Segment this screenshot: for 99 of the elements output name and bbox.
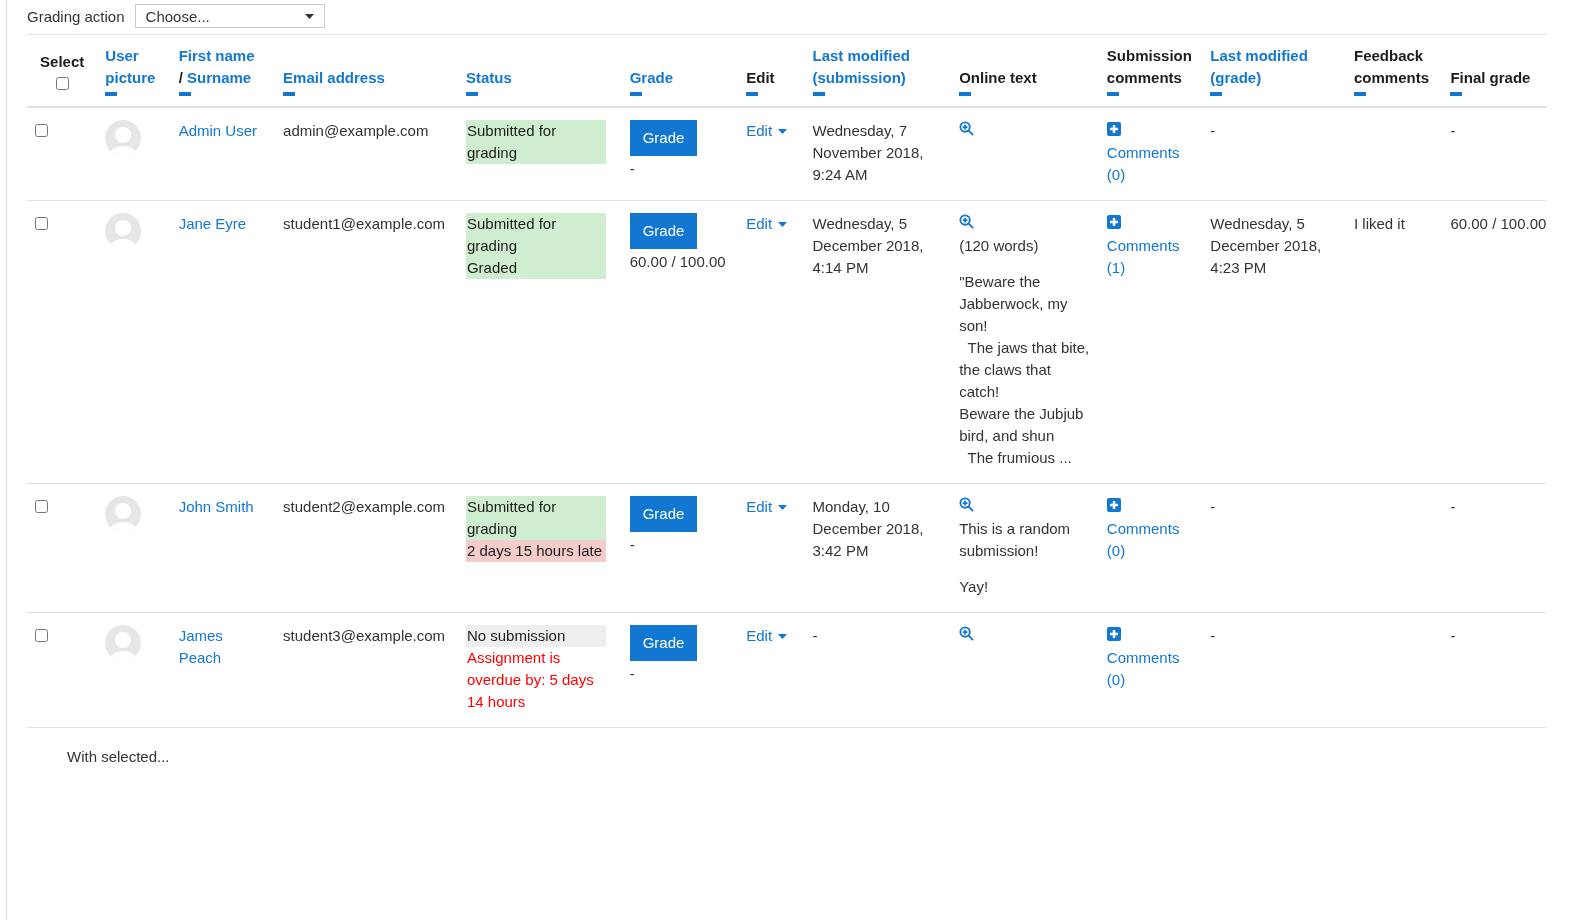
status-label: Submitted for grading — [465, 496, 606, 540]
plus-icon[interactable] — [1106, 122, 1121, 136]
zoom-in-icon[interactable] — [959, 626, 975, 641]
column-header-link[interactable]: Status — [465, 67, 614, 89]
grade-button[interactable]: Grade — [629, 213, 698, 249]
column-header-link[interactable]: Last modified (grade) — [1210, 45, 1338, 89]
column-header-link[interactable]: Email address — [283, 67, 450, 89]
status-label: No submission — [465, 625, 606, 647]
grading-action-label: Grading action — [27, 7, 125, 25]
zoom-in-icon[interactable] — [959, 497, 975, 512]
column-header-link[interactable]: User picture — [105, 45, 163, 89]
column-header-link[interactable]: Surname — [187, 69, 252, 86]
collapse-icon[interactable] — [1210, 92, 1223, 96]
caret-icon — [778, 504, 788, 510]
comments-link[interactable]: Comments (0) — [1106, 518, 1181, 562]
zoom-in-icon[interactable] — [959, 214, 975, 229]
collapse-icon[interactable] — [1450, 92, 1463, 96]
row-checkbox[interactable] — [35, 629, 48, 642]
collapse-icon[interactable] — [746, 92, 759, 96]
avatar-icon — [105, 625, 142, 661]
final-grade-text: - — [1450, 627, 1456, 644]
grade-button[interactable]: Grade — [629, 625, 698, 661]
avatar-icon — [105, 496, 142, 532]
online-text: This is a random submission! — [959, 519, 1072, 561]
user-name-link[interactable]: John Smith — [178, 496, 268, 518]
user-name-link[interactable]: Jane Eyre — [178, 213, 268, 235]
final-grade-text: - — [1450, 122, 1456, 139]
grade-button[interactable]: Grade — [629, 496, 698, 532]
grade-text: - — [629, 159, 636, 179]
email-text: student2@example.com — [283, 498, 446, 515]
edit-menu-link[interactable]: Edit — [746, 625, 788, 647]
collapse-icon[interactable] — [812, 92, 825, 96]
date-text: Wednesday, 5 December 2018, 4:23 PM — [1210, 215, 1322, 276]
avatar-icon — [105, 120, 142, 156]
user-name-link[interactable]: Admin User — [178, 120, 268, 142]
grading-action-select[interactable]: Choose... — [134, 4, 325, 28]
zoom-in-icon[interactable] — [959, 121, 975, 136]
row-checkbox[interactable] — [35, 217, 48, 230]
status-label: Submitted for grading — [465, 213, 606, 257]
edit-menu-link[interactable]: Edit — [746, 120, 788, 142]
select-all-checkbox[interactable] — [55, 77, 69, 90]
date-text: Monday, 10 December 2018, 3:42 PM — [812, 498, 924, 559]
collapse-icon[interactable] — [283, 92, 296, 96]
edit-menu-link[interactable]: Edit — [746, 496, 788, 518]
column-header: Edit — [746, 68, 776, 88]
date-text: - — [812, 627, 818, 644]
slash-text: / — [178, 69, 183, 86]
plus-icon[interactable] — [1106, 627, 1121, 641]
column-header: Final grade — [1450, 68, 1532, 88]
collapse-icon[interactable] — [465, 92, 478, 96]
email-text: student1@example.com — [283, 215, 446, 232]
final-grade-text: - — [1450, 498, 1456, 515]
status-label: Assignment is overdue by: 5 days 14 hours — [465, 648, 595, 712]
edit-menu-link[interactable]: Edit — [746, 213, 788, 235]
with-selected-label: With selected... — [67, 748, 170, 765]
row-checkbox[interactable] — [35, 500, 48, 513]
status-label: Graded — [465, 257, 606, 279]
comments-link[interactable]: Comments (0) — [1106, 647, 1181, 691]
column-header: Submission comments — [1106, 46, 1193, 88]
status-label: 2 days 15 hours late — [465, 540, 606, 562]
email-text: admin@example.com — [283, 122, 429, 139]
online-text: (120 words) — [959, 236, 1040, 256]
user-name-link[interactable]: James Peach — [178, 625, 268, 669]
row-checkbox[interactable] — [35, 124, 48, 137]
column-header: Online text — [959, 68, 1038, 88]
grade-button[interactable]: Grade — [629, 120, 698, 156]
grade-text: - — [629, 535, 636, 555]
column-header: Feedback comments — [1354, 46, 1430, 88]
plus-icon[interactable] — [1106, 215, 1121, 229]
plus-icon[interactable] — [1106, 498, 1121, 512]
collapse-icon[interactable] — [1106, 92, 1119, 96]
date-text: - — [1210, 122, 1216, 139]
collapse-icon[interactable] — [959, 92, 972, 96]
column-header-link[interactable]: Grade — [629, 67, 731, 89]
feedback-text: I liked it — [1354, 215, 1405, 232]
date-text: - — [1210, 498, 1216, 515]
online-text: Yay! — [959, 577, 990, 597]
caret-icon — [304, 13, 314, 19]
caret-icon — [778, 633, 788, 639]
date-text: - — [1210, 627, 1216, 644]
status-label: Submitted for grading — [465, 120, 606, 164]
grade-text: - — [629, 664, 636, 684]
caret-icon — [778, 221, 788, 227]
column-header-link[interactable]: First name — [178, 47, 255, 64]
comments-link[interactable]: Comments (1) — [1106, 235, 1181, 279]
avatar-icon — [105, 213, 142, 249]
collapse-icon[interactable] — [105, 92, 118, 96]
final-grade-text: 60.00 / 100.00 — [1450, 215, 1547, 232]
date-text: Wednesday, 7 November 2018, 9:24 AM — [812, 122, 924, 183]
column-header: Select — [39, 52, 86, 72]
date-text: Wednesday, 5 December 2018, 4:14 PM — [812, 215, 924, 276]
grade-text: 60.00 / 100.00 — [629, 252, 727, 272]
collapse-icon[interactable] — [629, 92, 642, 96]
collapse-icon[interactable] — [178, 92, 191, 96]
comments-link[interactable]: Comments (0) — [1106, 142, 1181, 186]
column-header-link[interactable]: Last modified (submission) — [812, 45, 944, 89]
caret-icon — [778, 128, 788, 134]
online-text: "Beware the Jabberwock, my son! The jaws that bite, the claws that catch! Beware the Jubjub bird, and shun The frumious ... — [959, 272, 1091, 468]
email-text: student3@example.com — [283, 627, 446, 644]
